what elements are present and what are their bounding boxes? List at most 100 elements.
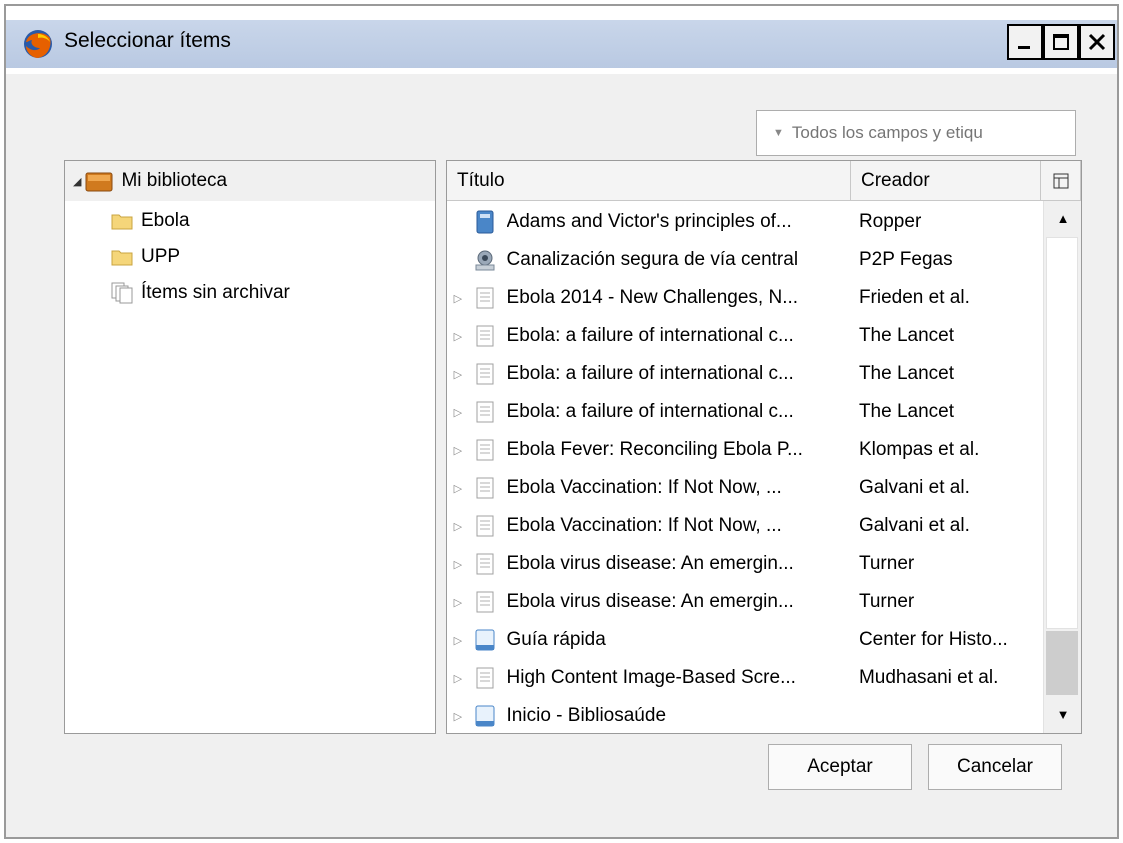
minimize-icon (1018, 46, 1030, 49)
item-creator: The Lancet (858, 401, 955, 422)
article-icon (471, 287, 499, 309)
tree-item-unfiled[interactable]: Ítems sin archivar (111, 275, 290, 311)
item-row[interactable]: ▷ Ebola Vaccination: If Not Now, ... Galva… (447, 507, 1047, 545)
item-row[interactable]: ▷ Ebola Vaccination: If Not Now, ... Galva… (447, 469, 1047, 507)
expand-icon[interactable]: ▷ (449, 634, 467, 647)
expand-icon[interactable]: ▷ (449, 330, 467, 343)
expand-icon[interactable]: ▷ (449, 368, 467, 381)
tree-item-upp[interactable]: UPP (111, 239, 180, 275)
item-row[interactable]: ▷ High Content Image-Based Scre... Mudhasa… (447, 659, 1047, 697)
item-row[interactable]: ▷ Ebola 2014 - New Challenges, N... Friede… (447, 279, 1047, 317)
column-header-title[interactable]: Título (447, 161, 851, 201)
item-row[interactable]: ▷ Ebola Fever: Reconciling Ebola P... Klom… (447, 431, 1047, 469)
collapse-icon[interactable]: ◢ (73, 175, 81, 188)
item-title: Ebola virus disease: An emergin... (506, 553, 794, 574)
article-icon (471, 401, 499, 423)
article-icon (471, 439, 499, 461)
folder-icon (111, 214, 133, 230)
expand-icon[interactable]: ▷ (449, 558, 467, 571)
window-title: Seleccionar ítems (64, 29, 231, 52)
item-creator: Galvani et al. (858, 515, 970, 536)
item-title: High Content Image-Based Scre... (506, 667, 796, 688)
column-header-label: Título (457, 169, 505, 191)
item-creator: Turner (858, 553, 915, 574)
library-icon (85, 172, 113, 192)
scroll-down-icon[interactable]: ▼ (1046, 697, 1080, 731)
firefox-icon (24, 30, 52, 58)
expand-icon[interactable]: ▷ (449, 596, 467, 609)
accept-button[interactable]: Aceptar (768, 744, 912, 790)
scrollbar-thumb[interactable] (1046, 237, 1078, 629)
item-title: Ebola Vaccination: If Not Now, ... (506, 477, 782, 498)
items-list: Título Creador Adams and Victor's princi… (446, 160, 1082, 734)
folder-icon (111, 250, 133, 266)
unfiled-items-icon (111, 282, 133, 304)
maximize-icon (1053, 34, 1069, 50)
article-icon (471, 477, 499, 499)
expand-icon[interactable]: ▷ (449, 406, 467, 419)
article-icon (471, 363, 499, 385)
expand-icon[interactable]: ▷ (449, 672, 467, 685)
search-field[interactable]: ▼ (756, 110, 1076, 156)
item-row[interactable]: ▷ Ebola: a failure of international c... T… (447, 355, 1047, 393)
close-button[interactable] (1079, 24, 1115, 60)
item-creator: Frieden et al. (858, 287, 970, 308)
item-row[interactable]: ▷ Ebola virus disease: An emergin... Turne… (447, 545, 1047, 583)
item-row[interactable]: Adams and Victor's principles of... Roppe… (447, 203, 1047, 241)
tree-item-label: Mi biblioteca (121, 170, 228, 191)
tree-item-label: UPP (141, 246, 181, 267)
item-creator: Turner (858, 591, 915, 612)
tree-item-my-library[interactable]: ◢ Mi biblioteca (73, 163, 227, 199)
article-icon (471, 667, 499, 689)
item-title: Ebola 2014 - New Challenges, N... (506, 287, 799, 308)
scroll-up-icon[interactable]: ▲ (1046, 201, 1080, 235)
item-creator: Center for Histo... (858, 629, 1008, 650)
item-creator: Mudhasani et al. (858, 667, 999, 688)
tree-item-label: Ítems sin archivar (141, 282, 290, 303)
item-title: Inicio - Bibliosaúde (506, 705, 667, 726)
tree-item-ebola[interactable]: Ebola (111, 203, 190, 239)
item-creator: The Lancet (858, 363, 955, 384)
item-title: Ebola: a failure of international c... (506, 363, 794, 384)
scrollbar-track[interactable] (1046, 631, 1078, 695)
collections-tree: ◢ Mi biblioteca Ebola UPP Ítems sin arch… (64, 160, 436, 734)
article-icon (471, 591, 499, 613)
column-picker-button[interactable] (1041, 161, 1081, 201)
article-icon (471, 515, 499, 537)
item-title: Canalización segura de vía central (506, 249, 799, 270)
column-picker-icon (1053, 173, 1068, 188)
expand-icon[interactable]: ▷ (449, 292, 467, 305)
expand-icon[interactable]: ▷ (449, 444, 467, 457)
title-bar: Seleccionar ítems (6, 6, 1117, 74)
minimize-button[interactable] (1007, 24, 1043, 60)
expand-icon[interactable]: ▷ (449, 710, 467, 723)
item-title: Guía rápida (506, 629, 606, 650)
book-icon (471, 210, 499, 234)
item-row[interactable]: ▷ Ebola: a failure of international c... T… (447, 393, 1047, 431)
video-icon (471, 249, 499, 271)
item-row[interactable]: ▷ Ebola: a failure of international c... T… (447, 317, 1047, 355)
item-creator: Ropper (858, 211, 922, 232)
article-icon (471, 553, 499, 575)
item-creator: Galvani et al. (858, 477, 970, 498)
column-header-creator[interactable]: Creador (851, 161, 1041, 201)
tree-item-label: Ebola (141, 210, 190, 231)
search-mode-dropdown-icon[interactable]: ▼ (773, 127, 784, 139)
item-creator: The Lancet (858, 325, 955, 346)
article-icon (471, 325, 499, 347)
close-icon (1088, 33, 1106, 51)
item-row[interactable]: ▷ Inicio - Bibliosaúde (447, 697, 1047, 733)
item-row[interactable]: ▷ Guía rápida Center for Histo... (447, 621, 1047, 659)
item-title: Adams and Victor's principles of... (506, 211, 792, 232)
item-title: Ebola Vaccination: If Not Now, ... (506, 515, 782, 536)
item-row[interactable]: Canalización segura de vía central P2P Fe… (447, 241, 1047, 279)
maximize-button[interactable] (1043, 24, 1079, 60)
search-input[interactable] (791, 123, 1042, 143)
expand-icon[interactable]: ▷ (449, 482, 467, 495)
expand-icon[interactable]: ▷ (449, 520, 467, 533)
item-creator: Klompas et al. (858, 439, 980, 460)
vertical-scrollbar[interactable]: ▲ ▼ (1043, 201, 1081, 733)
item-title: Ebola Fever: Reconciling Ebola P... (506, 439, 803, 460)
cancel-button[interactable]: Cancelar (928, 744, 1062, 790)
item-row[interactable]: ▷ Ebola virus disease: An emergin... Turne… (447, 583, 1047, 621)
